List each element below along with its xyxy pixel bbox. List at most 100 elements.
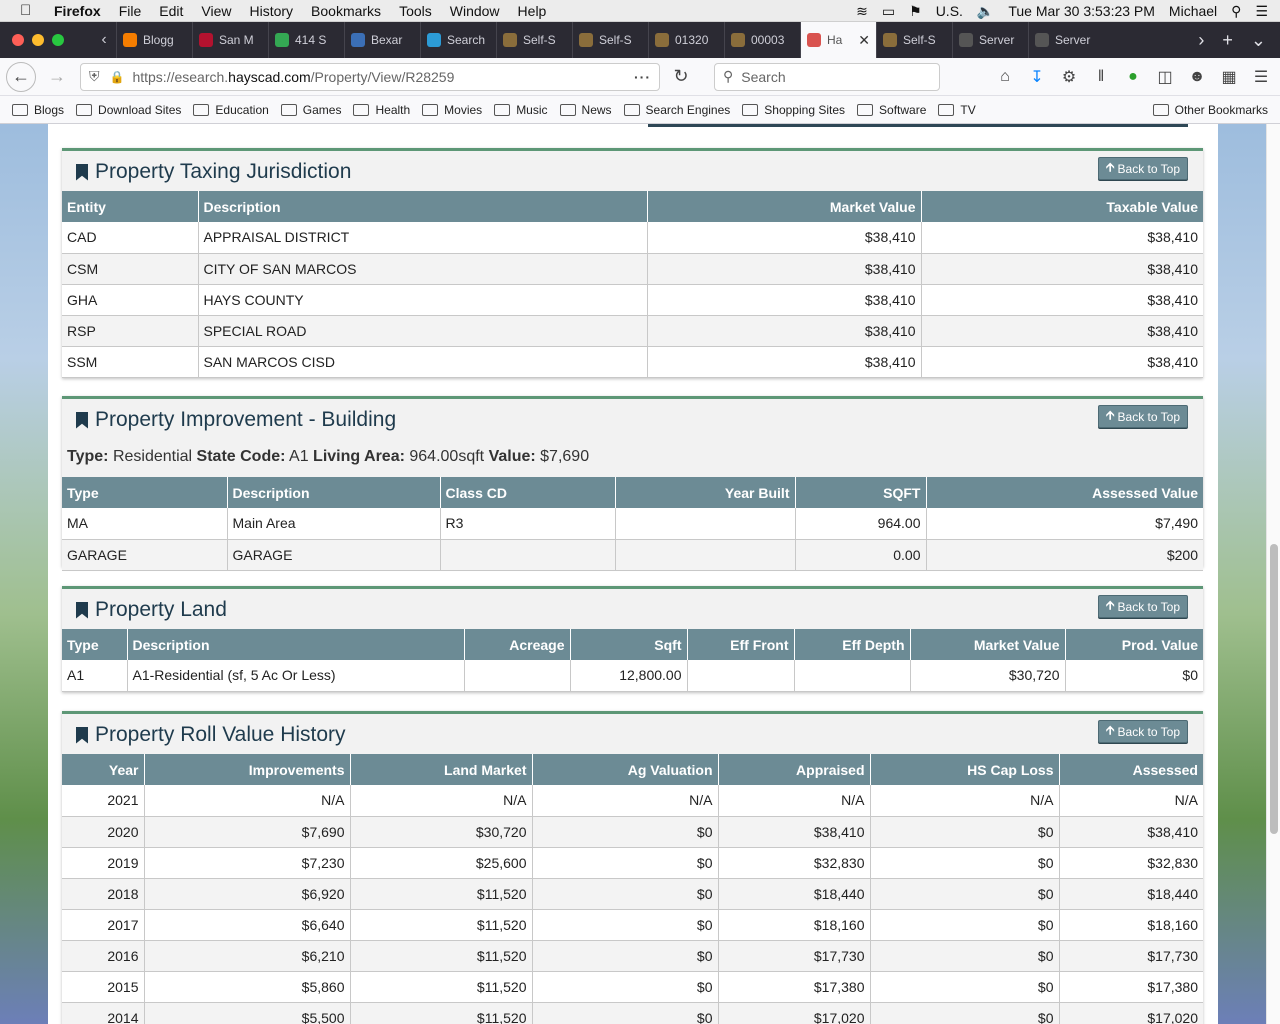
forward-button[interactable]: → <box>42 62 72 92</box>
table-cell: A1-Residential (sf, 5 Ac Or Less) <box>127 660 465 692</box>
browser-tab[interactable]: Self-S <box>496 22 572 58</box>
bookmark-folder[interactable]: Blogs <box>12 103 64 117</box>
browser-tab[interactable]: San M <box>192 22 268 58</box>
close-tab-icon[interactable]: ✕ <box>858 32 870 49</box>
back-to-top-button[interactable]: 🡩 Back to Top <box>1097 157 1188 180</box>
download-icon[interactable]: ↧ <box>1028 67 1046 87</box>
map-pin-icon <box>275 33 289 47</box>
bookmarks-toolbar: Blogs Download Sites Education Games Health M… <box>0 96 1280 124</box>
browser-tab[interactable]: 00003 <box>724 22 800 58</box>
wifi-icon[interactable]: ≋ <box>856 3 868 20</box>
table-cell: $0 <box>870 847 1060 879</box>
library-icon[interactable]: ‖ <box>1092 68 1110 86</box>
other-bookmarks-folder[interactable]: Other Bookmarks <box>1152 103 1268 117</box>
browser-tab[interactable]: 01320 <box>648 22 724 58</box>
browser-tab[interactable]: Ha ✕ <box>800 22 876 58</box>
url-bar[interactable]: ⛨ 🔒 https://esearch. hayscad.com/Property… <box>80 62 660 91</box>
land-table: Type Description Acreage Sqft Eff Front Eff D… <box>62 629 1203 692</box>
scrollbar-thumb[interactable] <box>1270 544 1278 834</box>
tab-label: Self-S <box>523 33 556 47</box>
close-window-button[interactable] <box>12 34 24 46</box>
bookmark-folder[interactable]: Movies <box>422 103 482 117</box>
browser-tab[interactable]: Search <box>420 22 496 58</box>
column-header: Improvements <box>144 754 351 785</box>
hamburger-menu-icon[interactable]: ☰ <box>1252 67 1270 87</box>
clock[interactable]: Tue Mar 30 3:53:23 PM <box>1008 3 1155 19</box>
menu-history[interactable]: History <box>249 3 293 19</box>
menu-help[interactable]: Help <box>518 3 547 19</box>
browser-tab[interactable]: Self-S <box>876 22 952 58</box>
search-field[interactable]: ⚲ Search <box>714 62 940 91</box>
browser-tab[interactable]: Bexar <box>344 22 420 58</box>
arrow-up-icon: 🡩 <box>1105 160 1115 174</box>
reload-button[interactable]: ↻ <box>666 62 696 92</box>
bookmark-folder[interactable]: Software <box>857 103 926 117</box>
table-row: CSM CITY OF SAN MARCOS $38,410 $38,410 <box>62 253 1203 285</box>
airplay-icon[interactable]: ▭ <box>882 3 895 20</box>
menu-tools[interactable]: Tools <box>399 3 432 19</box>
bookmark-folder[interactable]: TV <box>938 103 976 117</box>
window-controls <box>12 34 72 46</box>
bookmark-folder[interactable]: Education <box>193 103 269 117</box>
bookmark-folder[interactable]: Shopping Sites <box>742 103 845 117</box>
zoom-window-button[interactable] <box>52 34 64 46</box>
doc-thumb-icon <box>655 33 669 47</box>
back-to-top-button[interactable]: 🡩 Back to Top <box>1097 405 1188 428</box>
extensions-puzzle-icon[interactable]: ▦ <box>1220 67 1238 87</box>
minimize-window-button[interactable] <box>32 34 44 46</box>
menu-edit[interactable]: Edit <box>159 3 183 19</box>
menu-window[interactable]: Window <box>450 3 500 19</box>
table-cell: $7,230 <box>144 847 351 879</box>
menu-bookmarks[interactable]: Bookmarks <box>311 3 381 19</box>
folder-icon <box>76 103 93 116</box>
account-icon[interactable]: ☻ <box>1188 68 1206 86</box>
browser-tab[interactable]: Self-S <box>572 22 648 58</box>
sidebar-icon[interactable]: ◫ <box>1156 67 1174 87</box>
column-header: Land Market <box>350 754 533 785</box>
extension-icon[interactable]: ● <box>1124 68 1142 86</box>
apple-menu-icon[interactable]:  <box>20 3 40 18</box>
menu-view[interactable]: View <box>201 3 231 19</box>
building-summary: Type: Residential State Code: A1 Living … <box>67 448 589 466</box>
shield-icon[interactable]: ⛨ <box>89 68 100 85</box>
table-cell: $38,410 <box>718 816 871 848</box>
chevron-left-icon[interactable]: ‹ <box>92 31 116 49</box>
bookmark-folder[interactable]: Music <box>494 103 548 117</box>
bookmark-folder[interactable]: News <box>559 103 612 117</box>
table-cell: 0.00 <box>795 539 927 571</box>
chevron-right-icon[interactable]: › <box>1198 30 1204 51</box>
table-cell: $17,020 <box>718 1002 871 1024</box>
column-header: Assessed Value <box>926 477 1203 508</box>
page-actions-icon[interactable]: ··· <box>634 69 651 85</box>
status-area: ≋ ▭ ⚑ U.S. 🔈 Tue Mar 30 3:53:23 PM Micha… <box>842 0 1280 22</box>
volume-icon[interactable]: 🔈 <box>977 3 994 20</box>
tab-label: Self-S <box>599 33 632 47</box>
bookmark-folder[interactable]: Health <box>353 103 410 117</box>
user-name[interactable]: Michael <box>1169 3 1217 19</box>
browser-tab[interactable]: Server <box>952 22 1028 58</box>
table-cell: $0 <box>532 940 719 972</box>
spotlight-icon[interactable]: ⚲ <box>1231 3 1241 20</box>
new-tab-plus-icon[interactable]: + <box>1222 30 1233 51</box>
settings-gear-icon[interactable]: ⚙ <box>1060 67 1078 87</box>
tab-list-chevron-icon[interactable]: ⌄ <box>1251 30 1266 51</box>
home-icon[interactable]: ⌂ <box>996 68 1014 86</box>
app-menu[interactable]: Firefox <box>54 3 101 19</box>
arrow-up-icon: 🡩 <box>1105 598 1115 612</box>
browser-tab[interactable]: Blogg <box>116 22 192 58</box>
input-source[interactable]: U.S. <box>936 3 963 19</box>
browser-tab[interactable]: 414 S <box>268 22 344 58</box>
bookmark-folder[interactable]: Search Engines <box>623 103 730 117</box>
flag-icon[interactable]: ⚑ <box>909 3 922 20</box>
bookmark-folder[interactable]: Download Sites <box>76 103 181 117</box>
bookmark-folder[interactable]: Games <box>280 103 341 117</box>
browser-tab[interactable]: Server <box>1028 22 1104 58</box>
table-cell: 2021 <box>62 785 145 817</box>
back-button[interactable]: ← <box>6 61 36 92</box>
notification-center-icon[interactable]: ☰ <box>1255 3 1268 20</box>
back-to-top-button[interactable]: 🡩 Back to Top <box>1097 720 1188 743</box>
back-to-top-button[interactable]: 🡩 Back to Top <box>1097 595 1188 618</box>
menu-file[interactable]: File <box>119 3 142 19</box>
lock-icon[interactable]: 🔒 <box>110 70 125 84</box>
page-scrollbar[interactable] <box>1266 124 1280 1024</box>
